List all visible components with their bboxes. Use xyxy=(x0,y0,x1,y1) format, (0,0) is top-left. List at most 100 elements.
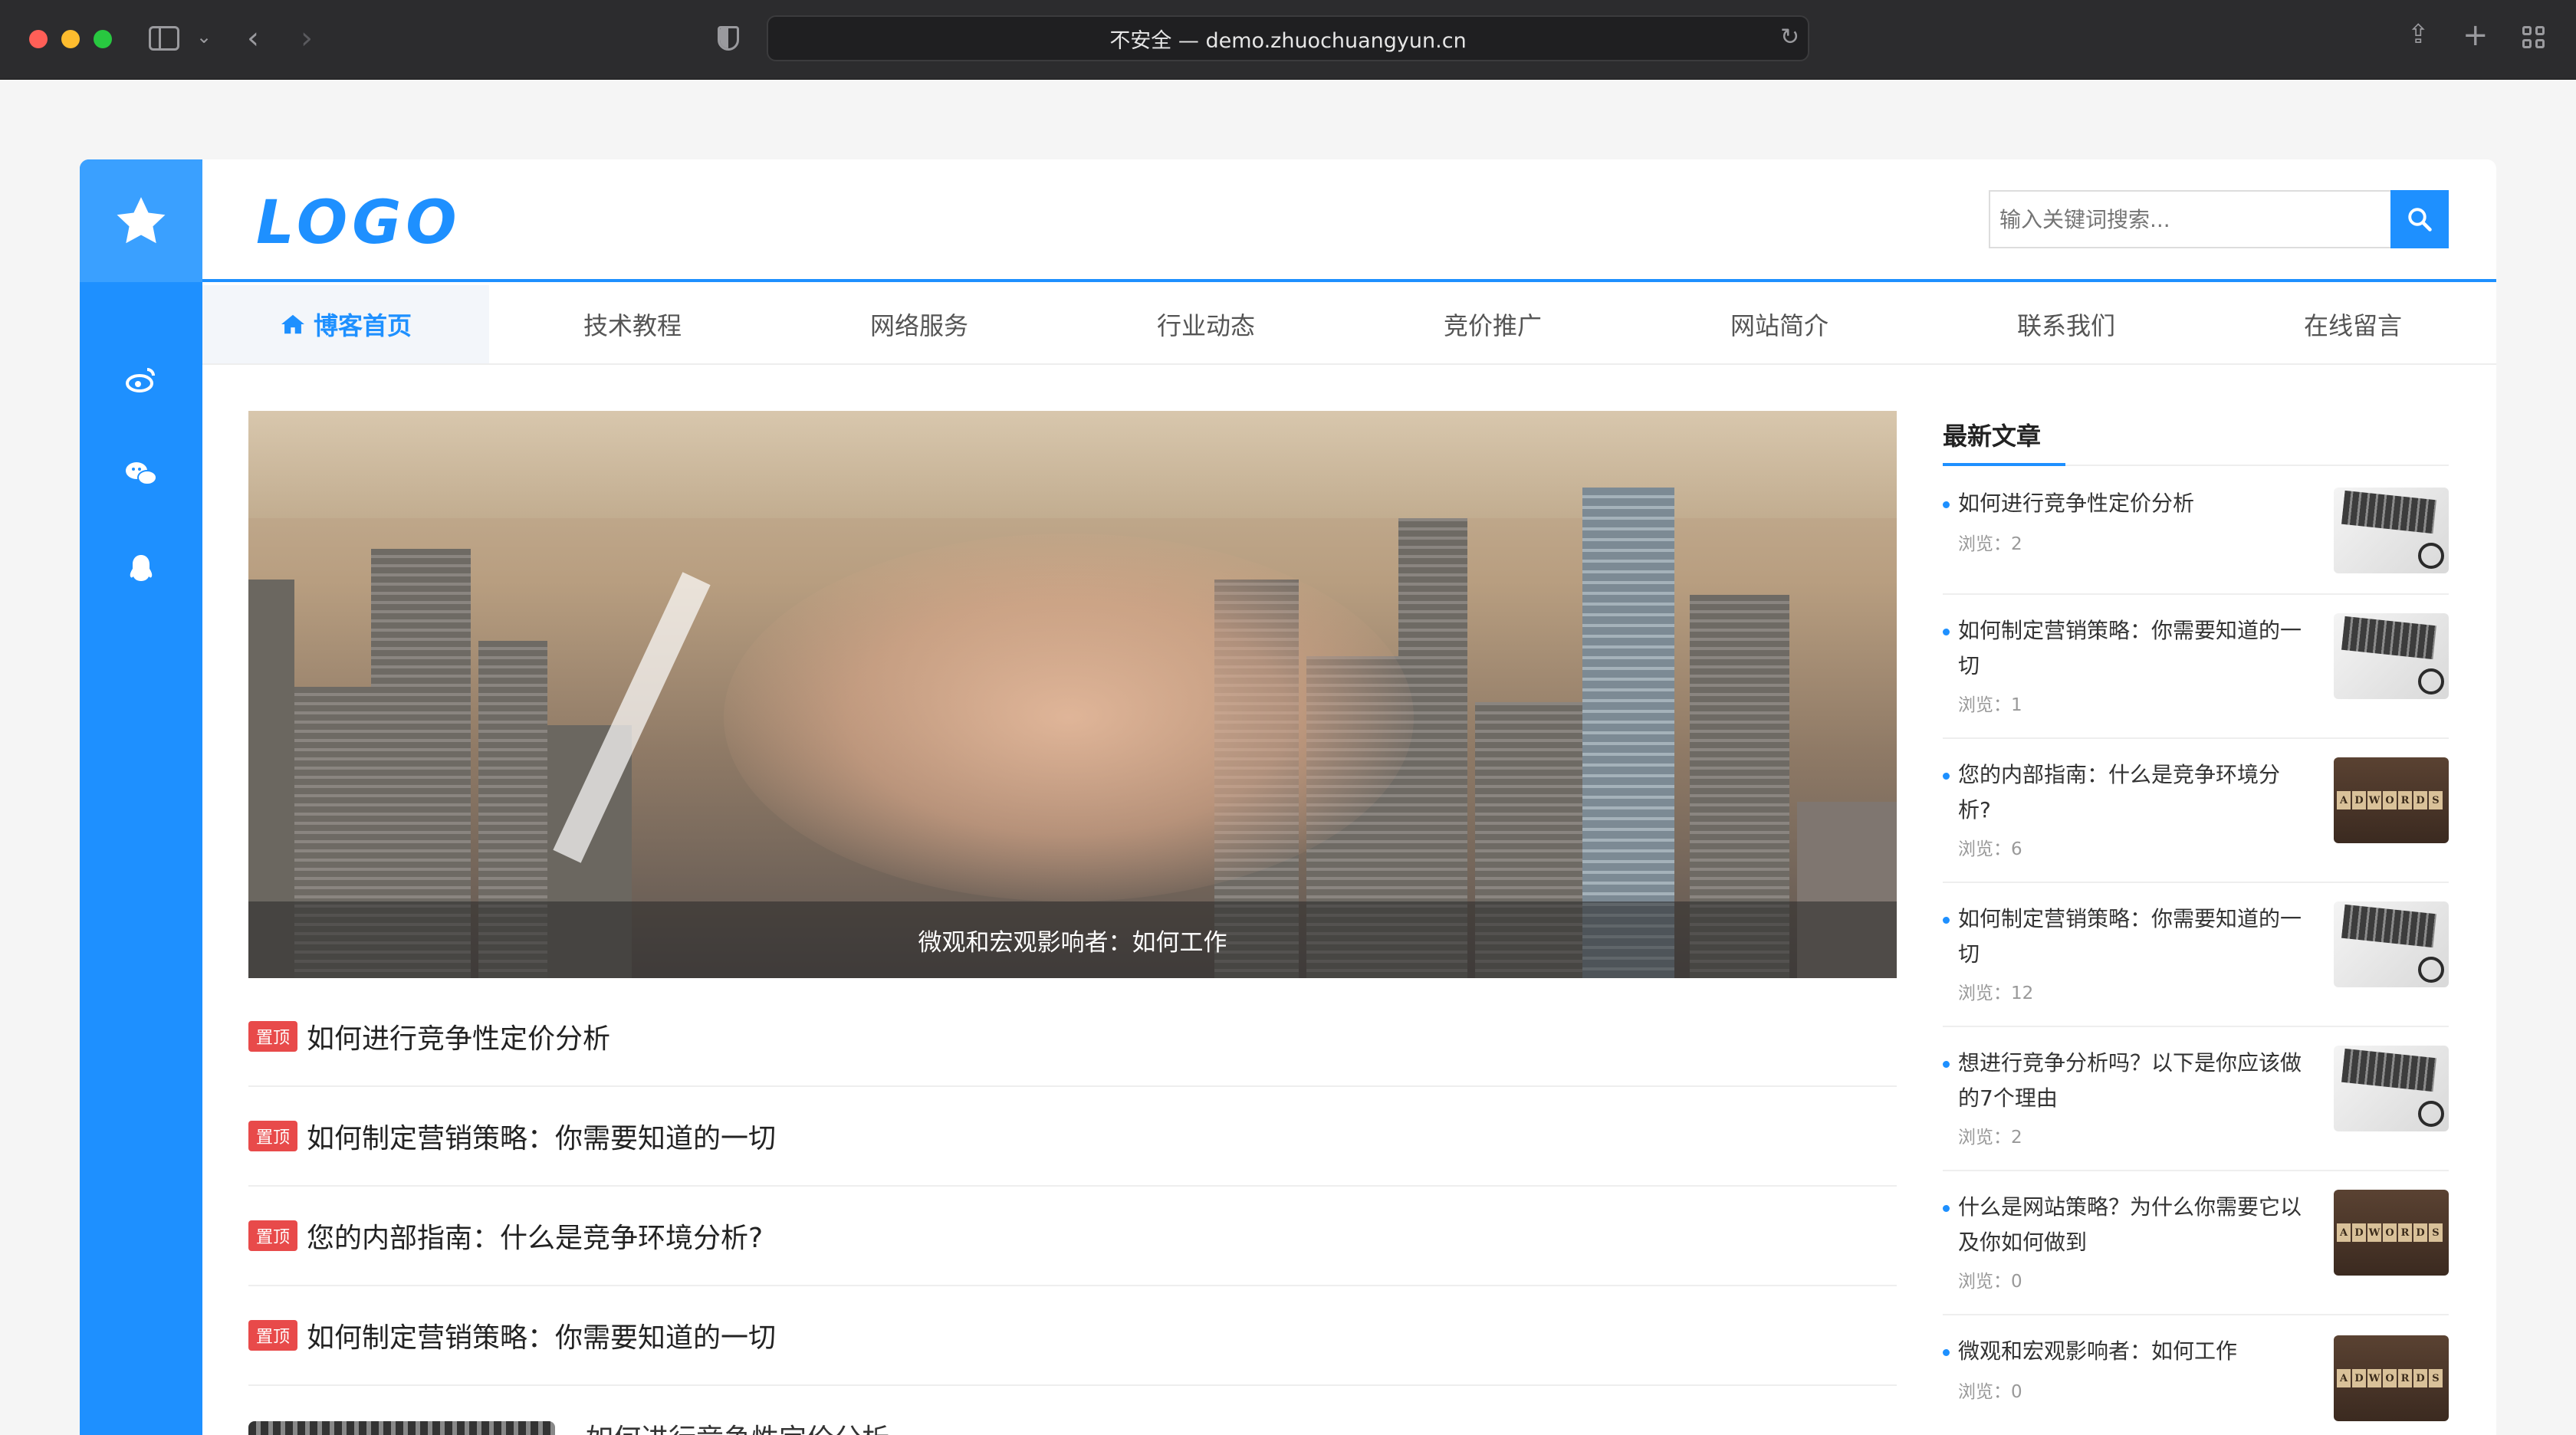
tab-overview-icon[interactable] xyxy=(2522,26,2547,51)
nav-item-tutorials[interactable]: 技术教程 xyxy=(489,285,776,363)
nav-item-industry-news[interactable]: 行业动态 xyxy=(1063,285,1349,363)
list-item[interactable]: 置顶 如何制定营销策略：你需要知道的一切 xyxy=(248,1087,1897,1187)
nav-label: 技术教程 xyxy=(583,311,682,340)
bullet xyxy=(1943,917,1950,924)
sidebar-article[interactable]: 想进行竞争分析吗？以下是你应该做的7个理由 浏览：2 xyxy=(1943,1027,2449,1171)
wechat-icon[interactable] xyxy=(123,455,159,492)
privacy-shield-icon[interactable] xyxy=(718,26,739,51)
chevron-down-icon[interactable]: ⌄ xyxy=(196,28,212,46)
bullet xyxy=(1943,1349,1950,1356)
letter-block: S xyxy=(2429,791,2443,809)
letter-block: D xyxy=(2413,1369,2427,1387)
letter-block: A xyxy=(2337,1369,2351,1387)
sidebar-article[interactable]: 如何进行竞争性定价分析 浏览：2 xyxy=(1943,466,2449,595)
back-icon[interactable]: ‹ xyxy=(247,23,259,54)
article-thumbnail[interactable] xyxy=(2334,488,2449,573)
article-thumbnail[interactable] xyxy=(2334,1046,2449,1131)
nav-label: 网站简介 xyxy=(1730,311,1829,340)
sidebar-article-title[interactable]: 什么是网站策略？为什么你需要它以及你如何做到 xyxy=(1958,1190,2311,1260)
sidebar-article-title[interactable]: 如何制定营销策略：你需要知道的一切 xyxy=(1958,613,2311,684)
article-thumbnail[interactable]: A D W O R D S xyxy=(2334,757,2449,843)
sidebar-toggle-icon[interactable] xyxy=(149,26,179,51)
sidebar-article-title[interactable]: 微观和宏观影响者：如何工作 xyxy=(1958,1334,2311,1369)
view-count: 浏览：6 xyxy=(1958,839,2022,859)
favorite-button[interactable] xyxy=(80,159,202,282)
article-title[interactable]: 如何进行竞争性定价分析 xyxy=(307,1016,610,1056)
letter-block: D xyxy=(2352,1369,2366,1387)
sidebar-article-title[interactable]: 想进行竞争分析吗？以下是你应该做的7个理由 xyxy=(1958,1046,2311,1116)
letter-block: W xyxy=(2367,791,2381,809)
article-thumbnail[interactable] xyxy=(248,1421,555,1435)
main-nav: 博客首页 技术教程 网络服务 行业动态 竞价推广 网站简介 联系我们 在线留言 xyxy=(202,285,2496,365)
list-item[interactable]: 置顶 您的内部指南：什么是竞争环境分析? xyxy=(248,1187,1897,1286)
nav-item-home[interactable]: 博客首页 xyxy=(202,285,489,363)
article-thumbnail[interactable] xyxy=(2334,613,2449,699)
article-thumbnail[interactable] xyxy=(2334,901,2449,987)
letter-block: O xyxy=(2383,1369,2397,1387)
nav-item-about[interactable]: 网站简介 xyxy=(1636,285,1923,363)
nav-item-ppc[interactable]: 竞价推广 xyxy=(1349,285,1636,363)
sidebar-article-title[interactable]: 您的内部指南：什么是竞争环境分析? xyxy=(1958,757,2311,828)
new-tab-icon[interactable]: + xyxy=(2463,20,2489,51)
letter-block: O xyxy=(2383,1223,2397,1242)
sidebar-article[interactable]: 您的内部指南：什么是竞争环境分析? 浏览：6 A D W O R D S xyxy=(1943,739,2449,883)
sidebar-article-title[interactable]: 如何制定营销策略：你需要知道的一切 xyxy=(1958,901,2311,972)
browser-toolbar: ⌄ ‹ › 不安全 — demo.zhuochuangyun.cn ↻ ⇪ + xyxy=(0,0,2576,80)
weibo-icon[interactable] xyxy=(123,362,159,399)
nav-item-contact[interactable]: 联系我们 xyxy=(1923,285,2210,363)
article-thumbnail[interactable]: A D W O R D S xyxy=(2334,1190,2449,1276)
minimize-window-button[interactable] xyxy=(61,30,80,48)
sidebar-article[interactable]: 如何制定营销策略：你需要知道的一切 浏览：12 xyxy=(1943,883,2449,1027)
search-button[interactable] xyxy=(2390,190,2449,248)
forward-icon[interactable]: › xyxy=(301,23,313,54)
sidebar-article[interactable]: 如何制定营销策略：你需要知道的一切 浏览：1 xyxy=(1943,595,2449,739)
letter-block: S xyxy=(2429,1223,2443,1242)
nav-item-guestbook[interactable]: 在线留言 xyxy=(2210,285,2496,363)
address-bar[interactable]: 不安全 — demo.zhuochuangyun.cn xyxy=(767,15,1809,61)
pinned-badge: 置顶 xyxy=(248,1220,298,1251)
view-count: 浏览：0 xyxy=(1958,1272,2022,1292)
bullet xyxy=(1943,501,1950,508)
article-title[interactable]: 如何制定营销策略：你需要知道的一切 xyxy=(307,1315,776,1355)
nav-item-network-services[interactable]: 网络服务 xyxy=(776,285,1063,363)
bullet xyxy=(1943,629,1950,635)
zoom-window-button[interactable] xyxy=(94,30,112,48)
banner-caption[interactable]: 微观和宏观影响者：如何工作 xyxy=(248,901,1897,978)
sidebar-article[interactable]: 微观和宏观影响者：如何工作 浏览：0 A D W O R D S xyxy=(1943,1315,2449,1430)
view-count: 浏览：12 xyxy=(1958,983,2034,1003)
article-title[interactable]: 您的内部指南：什么是竞争环境分析? xyxy=(307,1216,763,1256)
search-icon xyxy=(2408,208,2432,232)
nav-label: 竞价推广 xyxy=(1443,311,1542,340)
sidebar-article[interactable]: 什么是网站策略？为什么你需要它以及你如何做到 浏览：0 A D W O R D … xyxy=(1943,1171,2449,1315)
nav-label: 行业动态 xyxy=(1156,311,1255,340)
sidebar-article-title[interactable]: 如何进行竞争性定价分析 xyxy=(1958,486,2311,521)
shirt-cuff xyxy=(553,572,711,863)
site-logo[interactable]: LOGO xyxy=(256,189,462,258)
article-title[interactable]: 如何制定营销策略：你需要知道的一切 xyxy=(307,1116,776,1156)
search-input[interactable] xyxy=(1989,190,2390,248)
share-icon[interactable]: ⇪ xyxy=(2407,21,2430,48)
pinned-badge: 置顶 xyxy=(248,1021,298,1052)
star-icon xyxy=(117,197,166,244)
reload-icon[interactable]: ↻ xyxy=(1780,26,1799,49)
bullet xyxy=(1943,773,1950,780)
url-text: 不安全 — demo.zhuochuangyun.cn xyxy=(1109,28,1467,53)
view-count: 浏览：2 xyxy=(1958,1128,2022,1148)
nav-label: 联系我们 xyxy=(2016,311,2115,340)
view-count: 浏览：0 xyxy=(1958,1382,2022,1402)
letter-block: D xyxy=(2413,791,2427,809)
view-count: 浏览：1 xyxy=(1958,695,2022,715)
banner-slider[interactable]: 微观和宏观影响者：如何工作 xyxy=(248,411,1897,978)
page-container: LOGO 博客首页 技术教程 网络服务 行业动态 竞价推广 网站简介 联系我们 … xyxy=(80,159,2496,1435)
list-item[interactable]: 置顶 如何进行竞争性定价分析 xyxy=(248,987,1897,1087)
article-list: 置顶 如何进行竞争性定价分析 置顶 如何制定营销策略：你需要知道的一切 置顶 您… xyxy=(248,987,1897,1386)
social-sidebar xyxy=(80,159,202,1435)
handshake-image xyxy=(724,534,1414,901)
letter-block: R xyxy=(2398,791,2412,809)
article-title[interactable]: 如何进行竞争性定价分析 xyxy=(586,1417,889,1435)
qq-icon[interactable] xyxy=(123,550,159,587)
close-window-button[interactable] xyxy=(29,30,48,48)
article-thumbnail[interactable]: A D W O R D S xyxy=(2334,1335,2449,1421)
letter-block: A xyxy=(2337,1223,2351,1242)
list-item[interactable]: 置顶 如何制定营销策略：你需要知道的一切 xyxy=(248,1286,1897,1386)
